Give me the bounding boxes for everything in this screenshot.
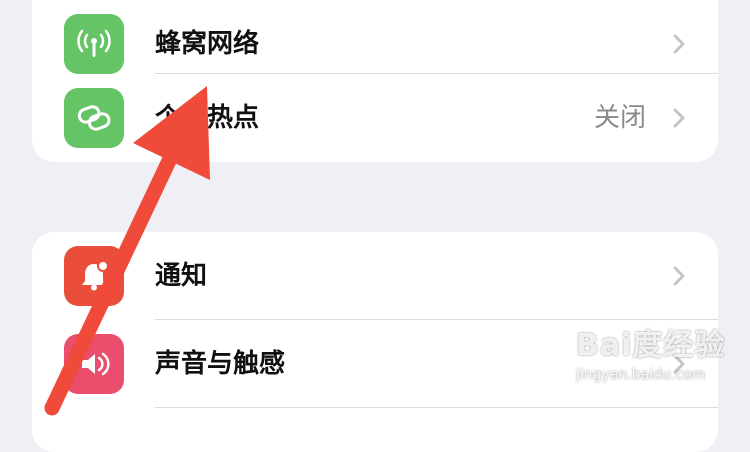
sounds-haptics-label: 声音与触感 [155, 349, 286, 379]
personal-hotspot-status: 关闭 [593, 103, 646, 133]
notifications-label: 通知 [155, 261, 208, 291]
sounds-haptics-row[interactable]: 声音与触感 [32, 320, 718, 408]
chevron-right-icon [673, 108, 685, 128]
settings-group-network: 蜂窝网络 个人热点 关闭 [32, 0, 718, 162]
notifications-row[interactable]: 通知 [32, 232, 718, 320]
row-divider [155, 407, 718, 408]
chevron-right-icon [673, 354, 685, 374]
hotspot-link-icon [64, 88, 124, 148]
settings-group-notifications: 通知 声音与触感 [32, 232, 718, 452]
personal-hotspot-label: 个人热点 [155, 103, 260, 133]
speaker-sound-icon [64, 334, 124, 394]
chevron-right-icon [673, 266, 685, 286]
notification-bell-icon [64, 246, 124, 306]
personal-hotspot-row[interactable]: 个人热点 关闭 [32, 74, 718, 162]
chevron-right-icon [673, 34, 685, 54]
cellular-antenna-icon [64, 14, 124, 74]
